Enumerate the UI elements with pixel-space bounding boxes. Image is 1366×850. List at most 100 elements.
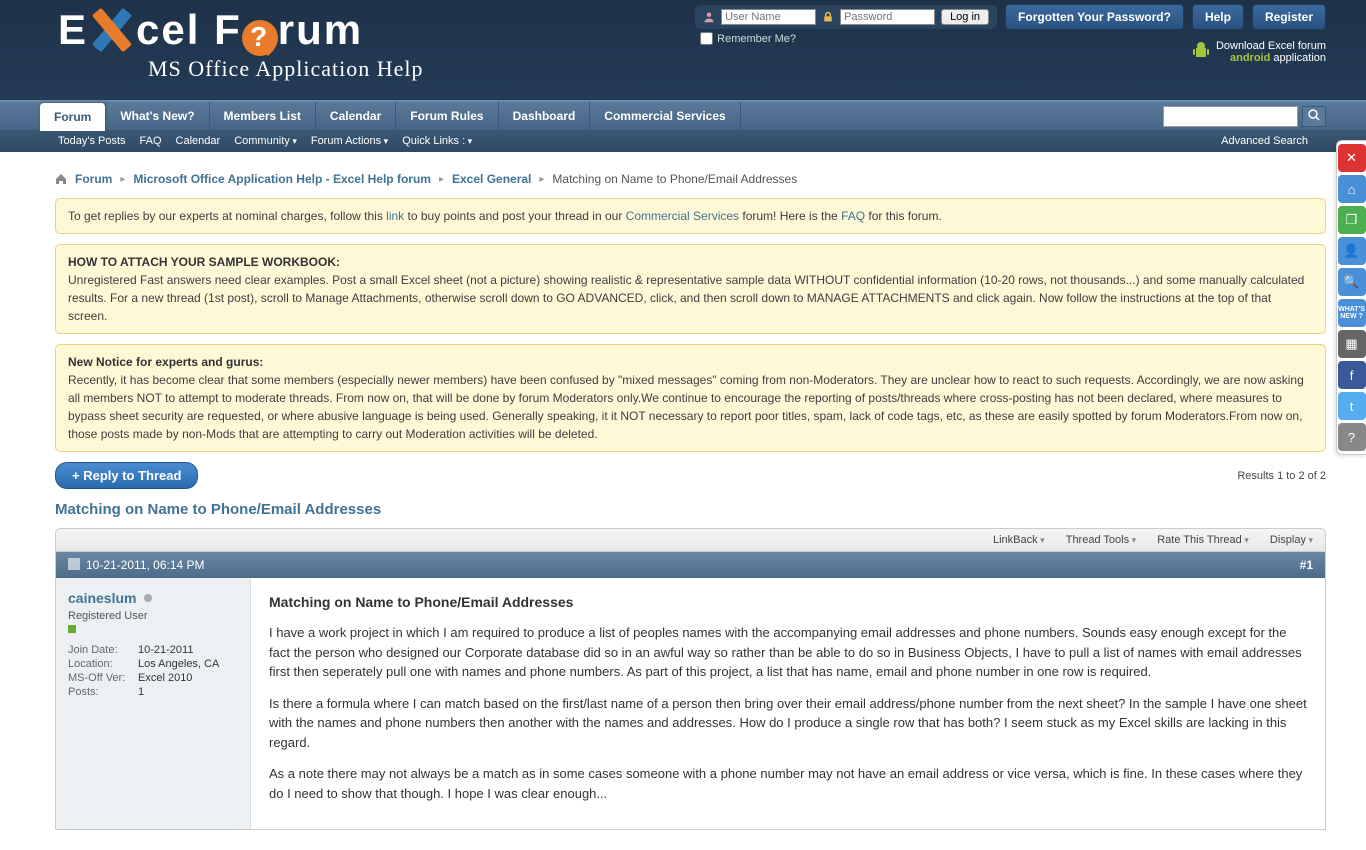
version-value: Excel 2010 xyxy=(138,672,238,684)
login-form xyxy=(695,5,997,29)
dock-chat-icon[interactable]: ❐ xyxy=(1338,206,1366,234)
post-message: Matching on Name to Phone/Email Addresse… xyxy=(251,578,1325,829)
thread-tools-menu[interactable]: Thread Tools xyxy=(1066,534,1136,546)
username-link[interactable]: caineslum xyxy=(68,590,136,606)
page-content: Forum ▸ Microsoft Office Application Hel… xyxy=(0,152,1366,850)
search-icon xyxy=(1308,109,1320,121)
breadcrumb: Forum ▸ Microsoft Office Application Hel… xyxy=(55,164,1326,198)
android-word: android xyxy=(1230,52,1270,64)
help-button[interactable]: Help xyxy=(1192,4,1244,30)
dock-grid-icon[interactable]: ▦ xyxy=(1338,330,1366,358)
post-status-icon xyxy=(68,558,80,570)
location-label: Location: xyxy=(68,658,133,670)
reputation-icon xyxy=(68,625,76,633)
tab-commercial[interactable]: Commercial Services xyxy=(590,102,740,130)
post-para: I have a work project in which I am requ… xyxy=(269,623,1307,682)
search-input[interactable] xyxy=(1163,106,1298,127)
linkback-menu[interactable]: LinkBack xyxy=(993,534,1045,546)
dock-search-icon[interactable]: 🔍 xyxy=(1338,268,1366,296)
user-title: Registered User xyxy=(68,610,238,622)
search-button[interactable] xyxy=(1302,106,1326,127)
android-icon xyxy=(1192,42,1210,62)
post-title: Matching on Name to Phone/Email Addresse… xyxy=(269,592,1307,613)
rate-thread-menu[interactable]: Rate This Thread xyxy=(1157,534,1249,546)
tab-forum[interactable]: Forum xyxy=(40,103,106,131)
version-label: MS-Off Ver: xyxy=(68,672,133,684)
logo-subtitle: MS Office Application Help xyxy=(58,56,1366,82)
username-input[interactable] xyxy=(721,9,816,25)
post-para: As a note there may not always be a matc… xyxy=(269,764,1307,803)
sub-nav: Today's Posts FAQ Calendar Community For… xyxy=(0,130,1366,152)
lock-icon xyxy=(822,11,834,23)
results-count: Results 1 to 2 of 2 xyxy=(1237,470,1326,482)
notice-heading: New Notice for experts and gurus: xyxy=(68,353,1313,371)
forgot-password-button[interactable]: Forgotten Your Password? xyxy=(1005,4,1184,30)
subnav-quicklinks[interactable]: Quick Links : xyxy=(402,135,472,147)
crumb-office-help[interactable]: Microsoft Office Application Help - Exce… xyxy=(133,172,431,186)
user-icon xyxy=(703,11,715,23)
crumb-sep: ▸ xyxy=(539,174,544,185)
crumb-sep: ▸ xyxy=(120,174,125,185)
thread-toolbar: Reply to Thread Results 1 to 2 of 2 xyxy=(55,462,1326,489)
display-menu[interactable]: Display xyxy=(1270,534,1313,546)
notice-link[interactable]: link xyxy=(386,209,404,223)
join-date-value: 10-21-2011 xyxy=(138,644,238,656)
post-para: Is there a formula where I can match bas… xyxy=(269,694,1307,753)
advanced-search-link[interactable]: Advanced Search xyxy=(1221,135,1308,147)
dock-twitter-icon[interactable]: t xyxy=(1338,392,1366,420)
top-strip: Forgotten Your Password? Help Register xyxy=(695,4,1326,30)
user-info: caineslum Registered User Join Date: 10-2… xyxy=(56,578,251,829)
home-icon[interactable] xyxy=(55,173,67,185)
nav-search xyxy=(1163,103,1326,130)
post-date: 10-21-2011, 06:14 PM xyxy=(86,558,205,572)
crumb-current: Matching on Name to Phone/Email Addresse… xyxy=(552,172,797,186)
dock-facebook-icon[interactable]: f xyxy=(1338,361,1366,389)
crumb-excel-general[interactable]: Excel General xyxy=(452,172,531,186)
notice-attach: HOW TO ATTACH YOUR SAMPLE WORKBOOK: Unre… xyxy=(55,244,1326,334)
posts-label: Posts: xyxy=(68,686,133,698)
post-1: 10-21-2011, 06:14 PM #1 caineslum Regist… xyxy=(55,552,1326,830)
notice-moderation: New Notice for experts and gurus: Recent… xyxy=(55,344,1326,452)
remember-me[interactable]: Remember Me? xyxy=(700,32,796,45)
reply-button[interactable]: Reply to Thread xyxy=(55,462,198,489)
side-dock: ✕ ⌂ ❐ 👤 🔍 WHAT'SNEW ? ▦ f t ? xyxy=(1336,140,1366,455)
tab-whats-new[interactable]: What's New? xyxy=(106,102,209,130)
remember-checkbox[interactable] xyxy=(700,32,713,45)
site-header: Forgotten Your Password? Help Register R… xyxy=(0,0,1366,100)
tab-dashboard[interactable]: Dashboard xyxy=(499,102,591,130)
join-date-label: Join Date: xyxy=(68,644,133,656)
subnav-calendar[interactable]: Calendar xyxy=(176,135,221,147)
main-nav: Forum What's New? Members List Calendar … xyxy=(0,100,1366,130)
subnav-today[interactable]: Today's Posts xyxy=(58,135,126,147)
subnav-community[interactable]: Community xyxy=(234,135,297,147)
notice-commercial-link[interactable]: Commercial Services xyxy=(626,209,739,223)
login-button[interactable] xyxy=(941,9,989,25)
dock-whats-new-icon[interactable]: WHAT'SNEW ? xyxy=(1338,299,1366,327)
crumb-sep: ▸ xyxy=(439,174,444,185)
remember-label: Remember Me? xyxy=(717,33,796,45)
location-value: Los Angeles, CA xyxy=(138,658,238,670)
tab-members[interactable]: Members List xyxy=(210,102,316,130)
password-input[interactable] xyxy=(840,9,935,25)
notice-faq-link[interactable]: FAQ xyxy=(841,209,865,223)
dock-user-icon[interactable]: 👤 xyxy=(1338,237,1366,265)
dock-home-icon[interactable]: ⌂ xyxy=(1338,175,1366,203)
posts-value: 1 xyxy=(138,686,238,698)
subnav-faq[interactable]: FAQ xyxy=(140,135,162,147)
tab-calendar[interactable]: Calendar xyxy=(316,102,396,130)
thread-title: Matching on Name to Phone/Email Addresse… xyxy=(55,497,1326,528)
post-header: 10-21-2011, 06:14 PM #1 xyxy=(56,552,1325,578)
notice-commercial: To get replies by our experts at nominal… xyxy=(55,198,1326,234)
notice-heading: HOW TO ATTACH YOUR SAMPLE WORKBOOK: xyxy=(68,253,1313,271)
download-app-badge[interactable]: Download Excel forum android application xyxy=(1192,40,1326,64)
register-button[interactable]: Register xyxy=(1252,4,1326,30)
download-line1: Download Excel forum xyxy=(1216,40,1326,52)
dock-close-icon[interactable]: ✕ xyxy=(1338,144,1366,172)
dock-help-icon[interactable]: ? xyxy=(1338,423,1366,451)
post-permalink[interactable]: #1 xyxy=(1300,558,1313,572)
tab-rules[interactable]: Forum Rules xyxy=(396,102,498,130)
post-tools-bar: LinkBack Thread Tools Rate This Thread D… xyxy=(55,528,1326,552)
crumb-forum[interactable]: Forum xyxy=(75,172,112,186)
subnav-actions[interactable]: Forum Actions xyxy=(311,135,388,147)
app-word: application xyxy=(1270,52,1326,64)
